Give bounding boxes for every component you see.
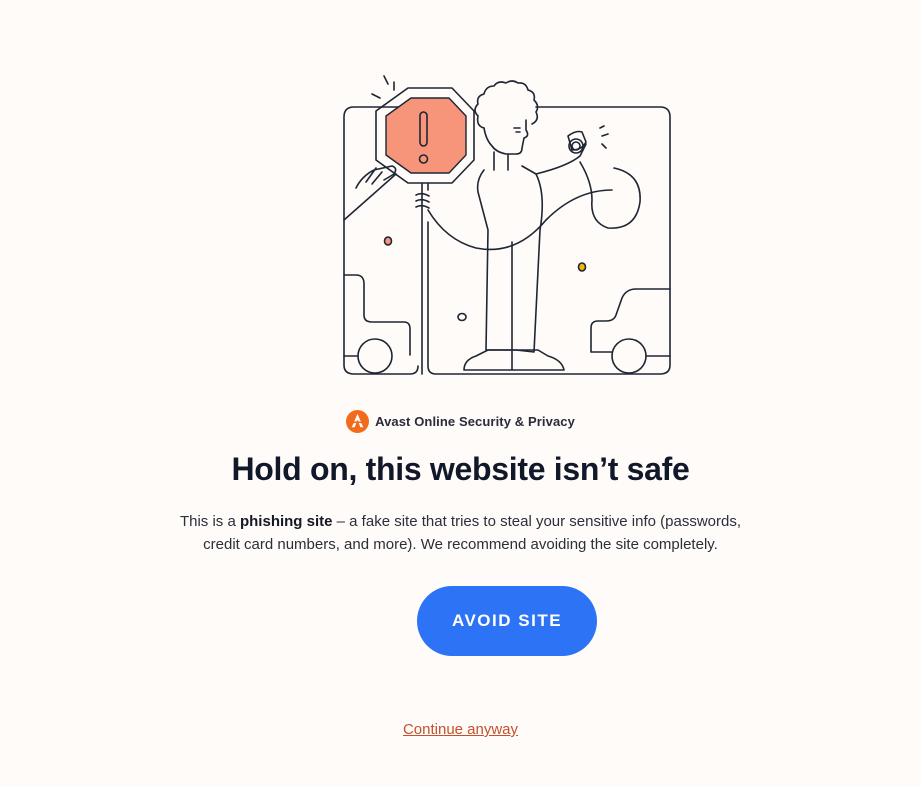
brand-name: Avast Online Security & Privacy bbox=[375, 413, 575, 429]
description-prefix: This is a bbox=[179, 513, 240, 530]
warning-page: Avast Online Security & Privacy Hold on,… bbox=[0, 0, 921, 787]
brand: Avast Online Security & Privacy bbox=[0, 409, 921, 433]
warning-description: This is a phishing site – a fake site th… bbox=[0, 510, 921, 556]
phishing-warning-illustration bbox=[343, 75, 671, 375]
continue-container: Continue anyway bbox=[0, 721, 921, 738]
continue-anyway-link[interactable]: Continue anyway bbox=[403, 721, 518, 738]
description-line1-rest: – a fake site that tries to steal your s… bbox=[332, 513, 742, 530]
avast-logo-icon bbox=[346, 409, 370, 433]
page-title: Hold on, this website isn’t safe bbox=[231, 451, 690, 487]
avoid-site-button[interactable]: AVOID SITE bbox=[417, 586, 597, 656]
description-phishing-emphasis: phishing site bbox=[239, 513, 333, 530]
description-line2: credit card numbers, and more). We recom… bbox=[203, 536, 718, 553]
